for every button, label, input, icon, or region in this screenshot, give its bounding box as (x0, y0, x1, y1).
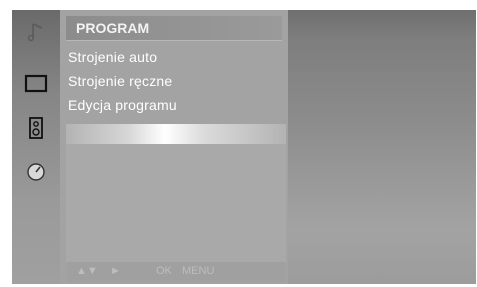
menu-item-edycja-programu[interactable]: Edycja programu (68, 94, 284, 116)
menu-item-strojenie-auto[interactable]: Strojenie auto (68, 46, 284, 68)
menu-header: PROGRAM (66, 16, 282, 41)
osd-sidebar (12, 10, 60, 284)
tv-background-panel (288, 10, 476, 284)
ok-hint: OK (156, 265, 172, 277)
menu-hint: MENU (182, 265, 215, 277)
selection-highlight[interactable] (66, 124, 286, 144)
clock-icon[interactable] (24, 160, 48, 184)
program-menu: PROGRAM Strojenie auto Strojenie ręczne … (60, 10, 288, 284)
arrow-keys-hint: ▲▼ (76, 265, 98, 277)
tv-osd-screen: PROGRAM Strojenie auto Strojenie ręczne … (12, 10, 476, 284)
menu-item-strojenie-reczne[interactable]: Strojenie ręczne (68, 70, 284, 92)
menu-title: PROGRAM (76, 20, 150, 36)
menu-item-label: Strojenie ręczne (68, 73, 173, 89)
menu-item-label: Edycja programu (68, 97, 177, 113)
menu-item-label: Strojenie auto (68, 49, 158, 65)
speaker-icon[interactable] (24, 116, 48, 140)
picture-icon[interactable] (24, 72, 48, 96)
arrow-right-icon: ► (110, 265, 121, 277)
menu-footer: ▲▼ ► OK MENU (66, 262, 286, 282)
music-note-icon[interactable] (24, 20, 48, 44)
menu-content-area (66, 144, 286, 264)
